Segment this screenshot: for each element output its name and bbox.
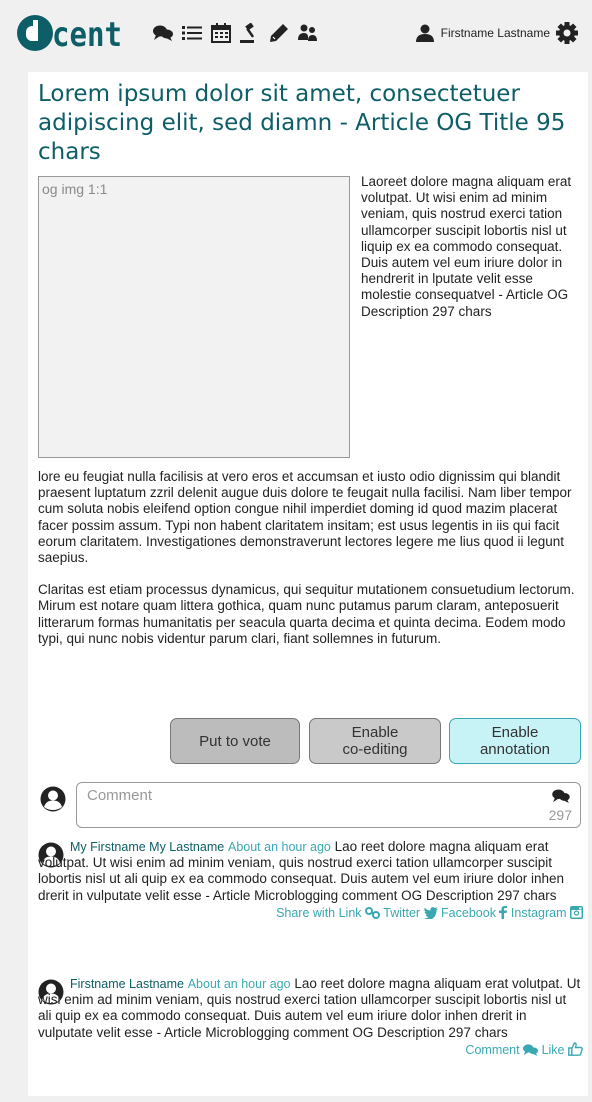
share-facebook-button[interactable]: Facebook xyxy=(441,905,508,920)
thumbs-up-icon xyxy=(568,1042,583,1056)
og-image-label: og img 1:1 xyxy=(42,181,108,197)
like-button[interactable]: Like xyxy=(542,1042,583,1057)
gavel-icon[interactable] xyxy=(239,22,261,44)
svg-text:cent: cent xyxy=(52,15,122,52)
link-icon xyxy=(365,906,381,919)
comment-post: Firstname Lastname About an hour ago Lao… xyxy=(38,976,583,1058)
post-time: About an hour ago xyxy=(227,840,331,854)
pencil-icon[interactable] xyxy=(268,22,290,44)
og-image-placeholder: og img 1:1 xyxy=(38,176,350,458)
comments-icon[interactable] xyxy=(152,22,174,44)
char-counter: 297 xyxy=(548,807,572,823)
send-comment-icon[interactable] xyxy=(552,789,570,808)
avatar xyxy=(40,786,66,812)
share-twitter-button[interactable]: Twitter xyxy=(383,906,438,920)
calendar-icon[interactable] xyxy=(210,22,232,44)
instagram-icon xyxy=(570,905,583,919)
article-paragraph: Claritas est etiam processus dynamicus, … xyxy=(38,582,575,646)
main-nav xyxy=(152,22,319,44)
dcent-logo[interactable]: cent xyxy=(16,14,124,52)
post-body: My Firstname My Lastname About an hour a… xyxy=(38,839,583,904)
share-bar: Share with Link Twitter Facebook Instagr… xyxy=(38,905,583,921)
user-name[interactable]: Firstname Lastname xyxy=(441,26,550,40)
user-menu[interactable]: Firstname Lastname xyxy=(415,22,578,44)
put-to-vote-button[interactable]: Put to vote xyxy=(170,718,300,764)
comment-input[interactable] xyxy=(85,786,489,805)
article-paragraph: lore eu feugiat nulla facilisis at vero … xyxy=(38,469,572,566)
user-icon xyxy=(415,24,434,42)
post-time: About an hour ago xyxy=(187,977,291,991)
comments-icon xyxy=(523,1044,539,1056)
comment-form: 297 xyxy=(76,782,581,828)
gear-icon[interactable] xyxy=(556,22,578,44)
share-link-button[interactable]: Share with Link xyxy=(276,906,381,920)
post-actions: Comment Like xyxy=(38,1042,583,1058)
comment-post: My Firstname My Lastname About an hour a… xyxy=(38,839,583,921)
post-author[interactable]: Firstname Lastname xyxy=(38,976,184,991)
og-description: Laoreet dolore magna aliquam erat volutp… xyxy=(361,174,572,319)
twitter-icon xyxy=(423,906,438,920)
article-card: Lorem ipsum dolor sit amet, consectetuer… xyxy=(28,72,588,1096)
comment-button[interactable]: Comment xyxy=(465,1043,539,1057)
post-body: Firstname Lastname About an hour ago Lao… xyxy=(38,976,583,1041)
article-title: Lorem ipsum dolor sit amet, consectetuer… xyxy=(38,81,566,165)
enable-annotation-button[interactable]: Enable annotation xyxy=(449,718,581,764)
facebook-icon xyxy=(499,905,508,919)
article-body: lore eu feugiat nulla facilisis at vero … xyxy=(38,469,583,663)
list-icon[interactable] xyxy=(181,22,203,44)
share-instagram-button[interactable]: Instagram xyxy=(511,905,583,920)
post-author[interactable]: My Firstname My Lastname xyxy=(38,839,224,854)
enable-coediting-button[interactable]: Enable co-editing xyxy=(309,718,441,764)
top-bar: cent Firstname Lastname xyxy=(0,0,592,70)
users-icon[interactable] xyxy=(297,22,319,44)
